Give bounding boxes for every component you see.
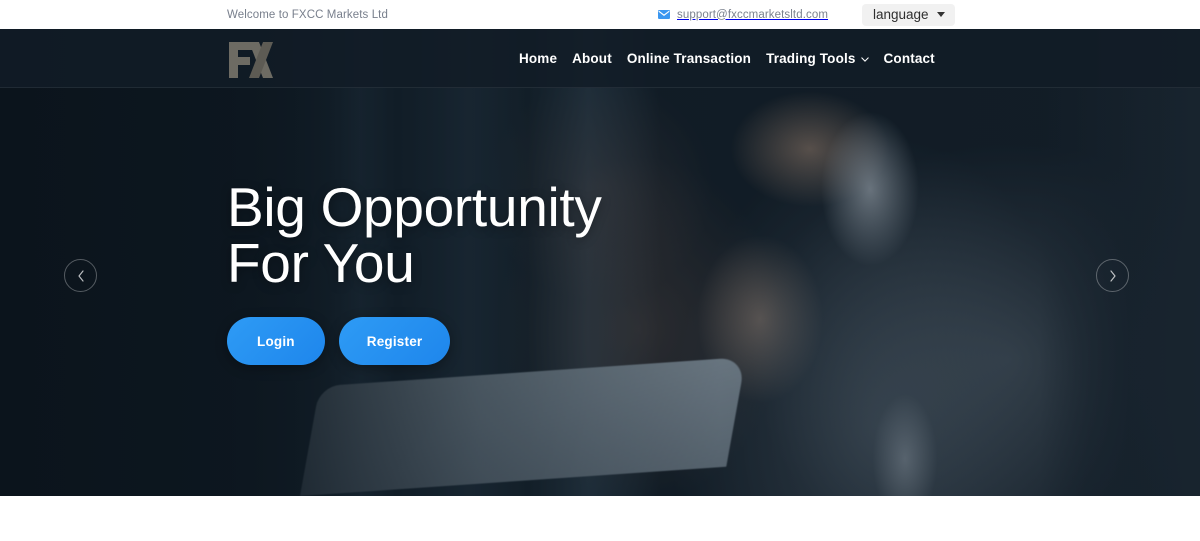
chevron-right-icon <box>1109 269 1116 282</box>
nav-link-online-transaction-label: Online Transaction <box>626 51 752 66</box>
main-navigation-bar: Home About Online Transaction Trading To… <box>0 29 1200 88</box>
hero-content: Big Opportunity For You Login Register <box>227 176 602 366</box>
nav-links-list: Home About Online Transaction Trading To… <box>519 29 950 88</box>
nav-link-trading-tools-label: Trading Tools <box>766 51 856 66</box>
carousel-next-button[interactable] <box>1096 259 1129 292</box>
chevron-down-icon <box>860 57 869 62</box>
nav-link-online-transaction[interactable]: Online Transaction <box>627 51 766 66</box>
caret-down-icon <box>936 11 945 17</box>
welcome-text: Welcome to FXCC Markets Ltd <box>227 8 388 21</box>
hero-cta-group: Login Register <box>227 317 602 366</box>
nav-link-contact-label: Contact <box>883 51 935 66</box>
fx-logo <box>229 42 273 78</box>
register-button[interactable]: Register <box>338 317 451 366</box>
nav-link-home[interactable]: Home <box>519 51 572 66</box>
nav-item-online-transaction: Online Transaction <box>627 51 766 66</box>
support-email-text: support@fxccmarketsltd.com <box>677 8 829 21</box>
envelope-icon <box>658 10 670 19</box>
nav-link-about-label: About <box>572 51 612 66</box>
language-label: language <box>873 6 929 22</box>
chevron-left-icon <box>77 269 84 282</box>
hero-section: Home About Online Transaction Trading To… <box>0 29 1200 496</box>
register-button-label: Register <box>366 333 423 349</box>
nav-link-home-label: Home <box>519 51 558 66</box>
nav-item-contact: Contact <box>884 51 950 66</box>
page-content-below-hero <box>0 496 1200 541</box>
nav-link-trading-tools[interactable]: Trading Tools <box>766 51 883 66</box>
nav-link-about[interactable]: About <box>572 51 627 66</box>
login-button-label: Login <box>257 333 295 349</box>
nav-item-home: Home <box>519 51 572 66</box>
nav-link-contact[interactable]: Contact <box>884 51 950 66</box>
support-email-link[interactable]: support@fxccmarketsltd.com <box>658 9 828 21</box>
nav-item-about: About <box>572 51 627 66</box>
login-button[interactable]: Login <box>227 317 325 366</box>
language-dropdown[interactable]: language <box>862 3 955 26</box>
nav-item-trading-tools: Trading Tools <box>766 51 883 66</box>
hero-title: Big Opportunity For You <box>227 176 602 295</box>
carousel-prev-button[interactable] <box>64 259 97 292</box>
top-utility-bar: Welcome to FXCC Markets Ltd support@fxcc… <box>0 0 1200 29</box>
